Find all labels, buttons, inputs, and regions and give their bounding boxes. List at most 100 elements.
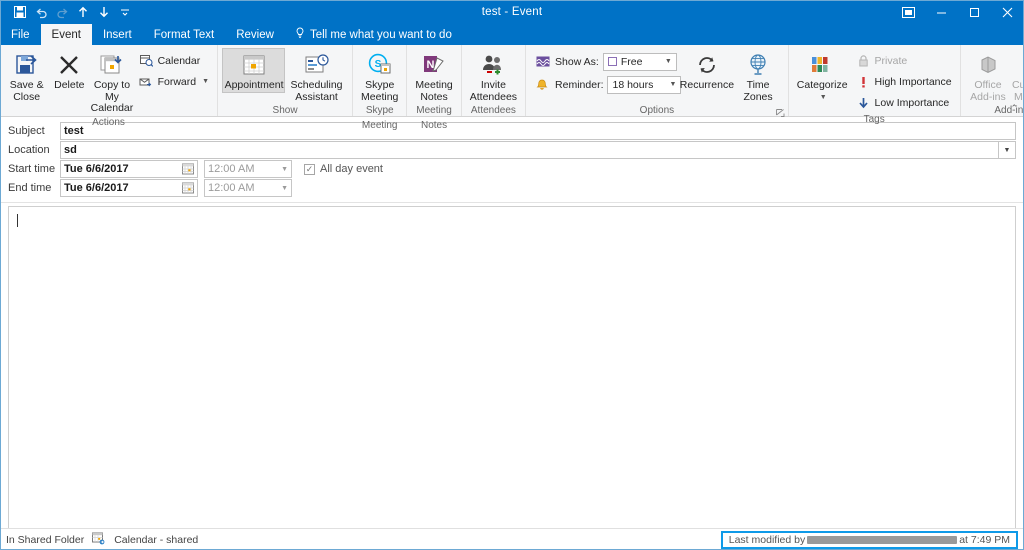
invite-attendees-button[interactable]: Invite Attendees [466,48,521,103]
shared-folder-name: Calendar - shared [114,533,199,546]
reminder-label: Reminder: [555,78,604,91]
text-cursor [17,214,18,227]
ribbon-group-attendees: Invite Attendees Attendees [462,45,527,116]
recurrence-button[interactable]: Recurrence [680,48,734,92]
free-status-swatch [607,57,617,66]
save-icon[interactable] [10,2,30,22]
location-label: Location [8,144,50,156]
tab-event[interactable]: Event [40,24,92,45]
lightbulb-icon [295,27,305,42]
chevron-down-icon[interactable]: ▼ [665,58,674,65]
tab-file[interactable]: File [0,24,41,45]
customer-manager-button[interactable]: C Customer Manager [1011,48,1024,103]
time-zones-icon [746,50,770,80]
show-as-combo[interactable]: Free ▼ [602,52,677,71]
ribbon-group-meeting-notes: N Meeting Notes Meeting Notes [407,45,462,131]
chevron-down-icon[interactable]: ▼ [670,81,679,88]
next-item-icon[interactable] [94,2,114,22]
ribbon-group-show: Appointment Scheduling Assistant Show [218,45,354,116]
invite-attendees-label: Invite Attendees [469,79,518,103]
time-zones-label: Time Zones [743,79,773,103]
end-date-value: Tue 6/6/2017 [64,182,129,194]
delete-label: Delete [54,79,85,91]
start-date-value: Tue 6/6/2017 [64,163,129,175]
appointment-label: Appointment [224,79,284,91]
collapse-ribbon-icon[interactable]: ⌃ [1010,103,1018,114]
office-add-ins-label: Office Add-ins [970,79,1006,103]
ribbon-display-options-icon[interactable] [892,0,925,24]
show-as-value: Free [620,55,643,68]
tab-insert[interactable]: Insert [92,24,143,45]
ribbon-tabs: File Event Insert Format Text Review Tel… [0,24,1024,45]
start-time-label: Start time [8,163,56,175]
redo-icon[interactable] [52,2,72,22]
location-row: Location sd ▼ [8,141,1016,159]
ribbon-group-options: Show As: Free ▼ Reminder: 18 hours ▼ Rec… [526,45,789,118]
close-icon[interactable] [991,0,1024,24]
end-time-row: End time Tue 6/6/2017 12:00 AM ▼ [8,179,1016,197]
office-add-ins-button[interactable]: Office Add-ins [965,48,1012,103]
appointment-button[interactable]: Appointment [222,48,286,93]
all-day-event-row: ✓ All day event [304,163,383,175]
group-label-meeting-notes: Meeting Notes [416,105,452,131]
tab-review[interactable]: Review [225,24,285,45]
scheduling-assistant-button[interactable]: Scheduling Assistant [285,48,348,103]
chevron-down-icon[interactable]: ▼ [202,78,209,85]
group-label-options: Options [526,103,788,118]
chevron-down-icon[interactable]: ▼ [281,166,288,173]
start-time-value: 12:00 AM [208,163,255,175]
minimize-icon[interactable] [925,0,958,24]
reminder-value: 18 hours [612,78,654,91]
skype-icon: S [367,50,393,80]
time-zones-button[interactable]: Time Zones [732,48,783,103]
start-date-input[interactable]: Tue 6/6/2017 [60,160,198,178]
chevron-down-icon[interactable]: ▼ [281,185,288,192]
options-dialog-launcher-icon[interactable] [775,108,785,117]
group-label-attendees: Attendees [470,105,516,116]
all-day-event-checkbox[interactable]: ✓ [304,163,315,175]
reminder-field: Reminder: 18 hours ▼ [536,74,682,95]
high-importance-icon [856,76,871,88]
window-title: test - Event [481,6,543,18]
location-input[interactable]: sd [60,141,999,159]
delete-x-icon [57,50,81,80]
tell-me-box[interactable]: Tell me what you want to do [285,24,462,45]
tab-format-text[interactable]: Format Text [143,24,226,45]
customize-qat-icon[interactable] [115,2,135,22]
copy-to-my-calendar-button[interactable]: Copy to My Calendar [89,48,134,115]
meeting-notes-button[interactable]: N Meeting Notes [411,48,456,103]
calendar-search-icon [139,54,154,67]
chevron-down-icon[interactable]: ▼ [820,92,827,104]
show-as-label: Show As: [555,55,599,68]
ribbon-group-skype-meeting: S Skype Meeting Skype Meeting [353,45,408,131]
location-dropdown-icon[interactable]: ▼ [999,141,1016,159]
maximize-icon[interactable] [958,0,991,24]
categorize-button[interactable]: Categorize ▼ [793,48,852,103]
reminder-combo[interactable]: 18 hours ▼ [607,75,682,94]
private-button[interactable]: Private [852,51,956,70]
note-body-area [0,203,1024,528]
meeting-notes-label: Meeting Notes [415,79,453,103]
end-time-input[interactable]: 12:00 AM ▼ [204,179,292,197]
end-time-label: End time [8,182,52,194]
save-and-close-button[interactable]: Save & Close [4,48,49,103]
categorize-icon [810,50,834,80]
last-modified-status: Last modified by at 7:49 PM [720,530,1018,549]
delete-button[interactable]: Delete [49,48,89,92]
undo-icon[interactable] [31,2,51,22]
outlook-event-window: test - Event File Event Insert Format Te… [0,0,1024,550]
shared-calendar-icon [92,532,106,548]
note-body-input[interactable] [8,206,1016,528]
end-date-input[interactable]: Tue 6/6/2017 [60,179,198,197]
forward-button[interactable]: Forward ▼ [135,72,213,91]
high-importance-button[interactable]: High Importance [852,72,956,91]
calendar-picker-icon[interactable] [182,163,194,175]
scheduling-assistant-label: Scheduling Assistant [290,79,343,103]
calendar-picker-icon[interactable] [182,182,194,194]
start-time-input[interactable]: 12:00 AM ▼ [204,160,292,178]
skype-meeting-button[interactable]: S Skype Meeting [357,48,402,103]
low-importance-button[interactable]: Low Importance [852,93,956,112]
previous-item-icon[interactable] [73,2,93,22]
save-close-icon [14,50,40,80]
calendar-button[interactable]: Calendar [135,51,213,70]
